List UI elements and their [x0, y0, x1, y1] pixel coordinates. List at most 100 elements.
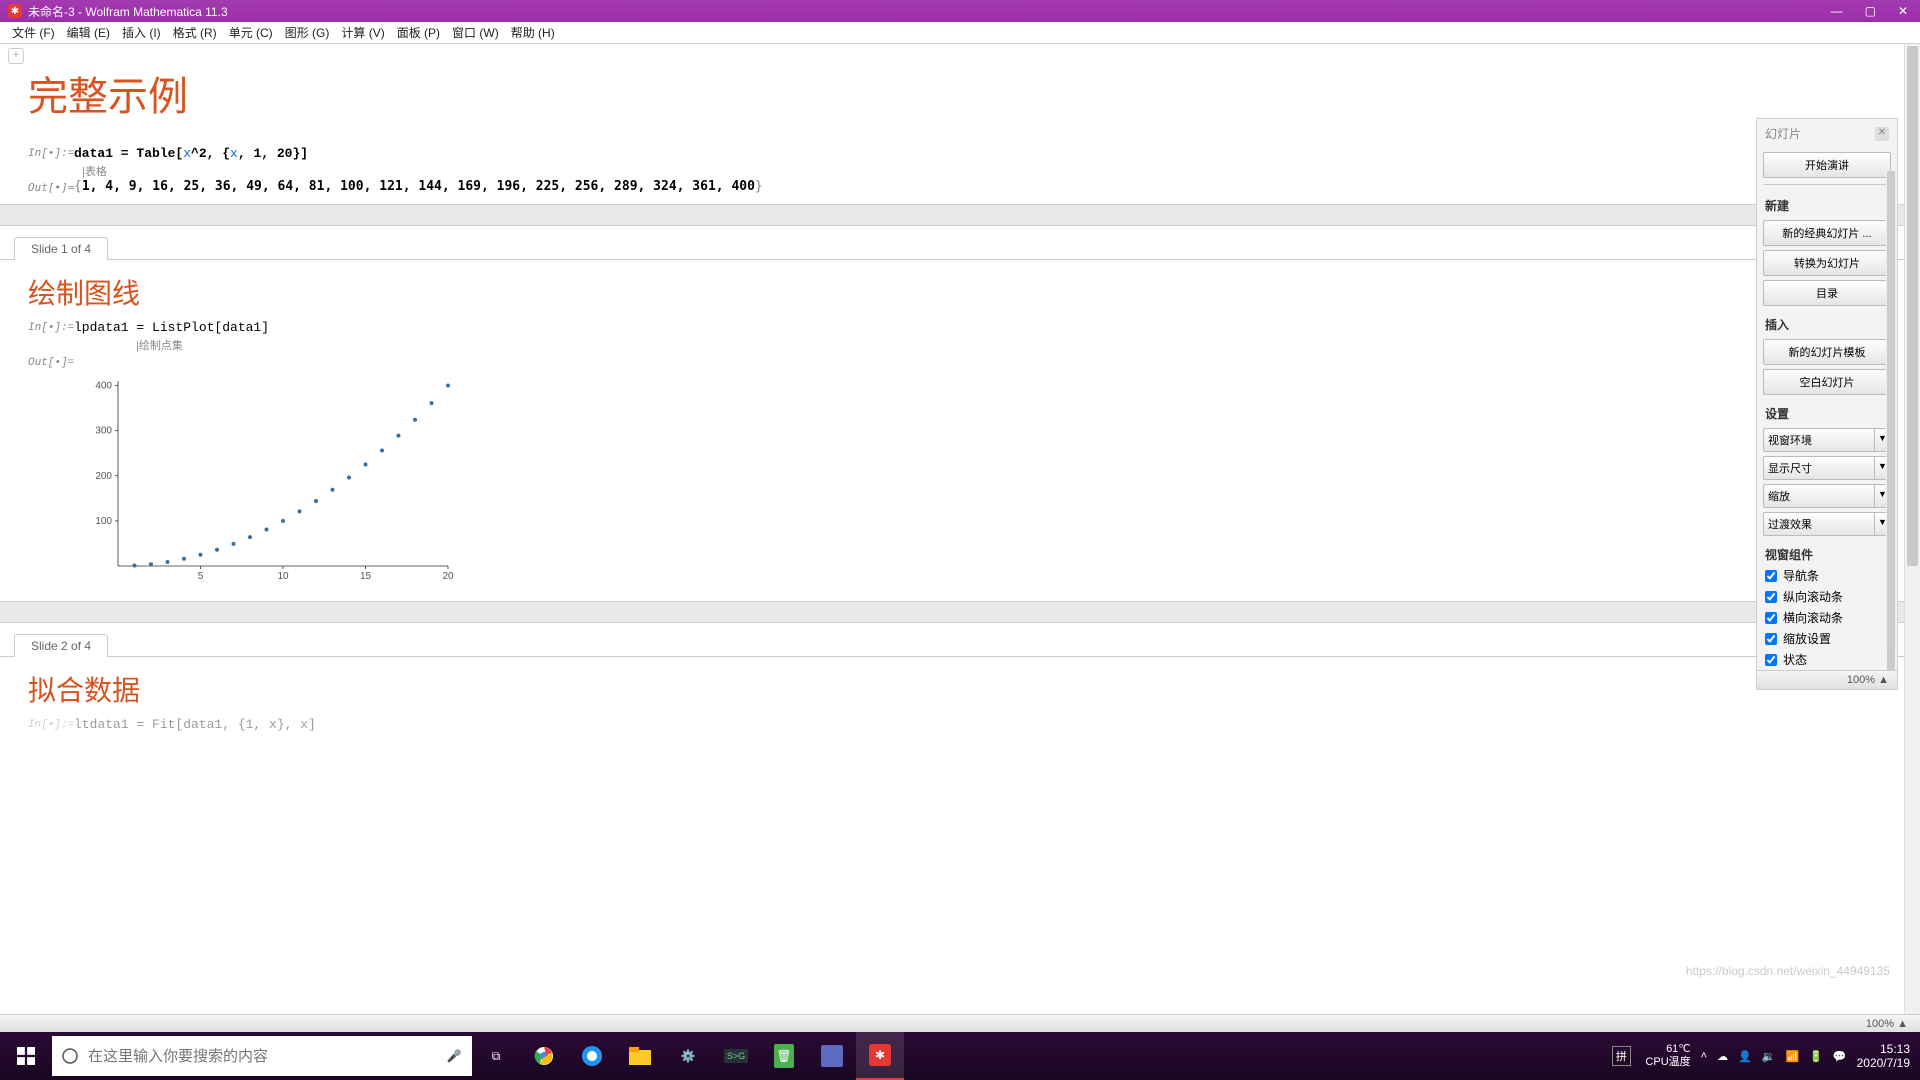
new-slide-template-button[interactable]: 新的幻灯片模板 [1763, 339, 1891, 365]
tray-onedrive-icon[interactable]: ☁ [1717, 1050, 1728, 1063]
start-presentation-button[interactable]: 开始演讲 [1763, 152, 1891, 178]
slide-tab-2[interactable]: Slide 2 of 4 [14, 634, 108, 657]
start-button[interactable] [0, 1032, 52, 1080]
slideshow-panel: 幻灯片 ✕ 开始演讲 新建 新的经典幻灯片 ... 转换为幻灯片 目录 插入 新… [1756, 118, 1898, 690]
windows-taskbar: 🎤 ⧉ ⚙️ S>G 🗑 ✱ 拼 61℃CPU温度 ˄ ☁ 👤 🔉 📶 🔋 💬 … [0, 1032, 1920, 1080]
taskbar-search[interactable]: 🎤 [52, 1036, 472, 1076]
display-size-dropdown[interactable]: 显示尺寸▼ [1763, 456, 1891, 480]
new-classic-slideshow-button[interactable]: 新的经典幻灯片 ... [1763, 220, 1891, 246]
screen-env-dropdown[interactable]: 视窗环境▼ [1763, 428, 1891, 452]
chrome-icon[interactable] [520, 1032, 568, 1080]
svg-text:200: 200 [95, 471, 112, 482]
title-plot: 绘制图线 [0, 260, 1920, 318]
svg-text:400: 400 [95, 381, 112, 392]
notebook-scrollbar[interactable] [1904, 44, 1920, 1014]
slide-divider-2 [0, 601, 1920, 623]
menu-panel[interactable]: 面板 (P) [391, 24, 446, 41]
close-button[interactable]: ✕ [1898, 4, 1908, 18]
content-area: + 完整示例 In[•]:= data1 = Table[x^2, {x, 1,… [0, 44, 1920, 1032]
app-icon: ✱ [8, 4, 22, 18]
panel-title: 幻灯片 [1765, 125, 1875, 142]
in-code-1[interactable]: data1 = Table[x^2, {x, 1, 20}] [74, 146, 308, 161]
out-label-1: Out[•]= [28, 179, 74, 194]
zoom-level[interactable]: 100% [1866, 1018, 1894, 1030]
recycle-app-icon[interactable]: 🗑 [760, 1032, 808, 1080]
svg-text:5: 5 [198, 571, 204, 582]
tray-user-icon[interactable]: 👤 [1738, 1050, 1752, 1063]
title-full-example: 完整示例 [28, 64, 1892, 122]
windows-icon [17, 1047, 35, 1065]
notebook[interactable]: + 完整示例 In[•]:= data1 = Table[x^2, {x, 1,… [0, 44, 1920, 1032]
menu-edit[interactable]: 编辑 (E) [61, 24, 116, 41]
tray-notification-icon[interactable]: 💬 [1833, 1050, 1847, 1063]
cortana-icon[interactable] [52, 1047, 88, 1065]
panel-close-icon[interactable]: ✕ [1875, 127, 1889, 141]
checkbox-hscroll[interactable] [1765, 612, 1777, 624]
qq-browser-icon[interactable] [568, 1032, 616, 1080]
menu-cell[interactable]: 单元 (C) [223, 24, 279, 41]
svg-text:100: 100 [95, 516, 112, 527]
hint-table: |表格 [0, 163, 1920, 179]
tray-volume-icon[interactable]: 🔉 [1762, 1050, 1776, 1063]
out-label-2: Out[•]= [28, 355, 74, 369]
section-full-example: 完整示例 [0, 44, 1920, 144]
task-view-icon[interactable]: ⧉ [472, 1032, 520, 1080]
panel-section-insert: 插入 [1757, 310, 1897, 335]
in-code-3[interactable]: ltdata1 = Fit[data1, {1, x}, x] [74, 717, 316, 732]
panel-section-settings: 设置 [1757, 399, 1897, 424]
panel-section-components: 视窗组件 [1757, 540, 1897, 565]
menu-bar: 文件 (F) 编辑 (E) 插入 (I) 格式 (R) 单元 (C) 图形 (G… [0, 22, 1920, 44]
toc-button[interactable]: 目录 [1763, 280, 1891, 306]
panel-section-new: 新建 [1757, 191, 1897, 216]
output-row-1: Out[•]= {1, 4, 9, 16, 25, 36, 49, 64, 81… [0, 179, 1920, 194]
title-fit: 拟合数据 [0, 657, 1920, 715]
menu-window[interactable]: 窗口 (W) [446, 24, 505, 41]
svg-text:20: 20 [442, 571, 454, 582]
maximize-button[interactable]: ▢ [1865, 4, 1876, 18]
checkbox-vscroll[interactable] [1765, 591, 1777, 603]
svg-app-icon[interactable]: S>G [712, 1032, 760, 1080]
search-input[interactable] [88, 1048, 436, 1065]
checkbox-zoomset[interactable] [1765, 633, 1777, 645]
minimize-button[interactable]: — [1831, 4, 1843, 18]
mic-icon[interactable]: 🎤 [436, 1049, 472, 1063]
menu-insert[interactable]: 插入 (I) [116, 24, 167, 41]
menu-format[interactable]: 格式 (R) [167, 24, 223, 41]
window-title: 未命名-3 - Wolfram Mathematica 11.3 [28, 3, 1831, 20]
ime-indicator[interactable]: 拼 [1607, 1032, 1635, 1080]
convert-to-slideshow-button[interactable]: 转换为幻灯片 [1763, 250, 1891, 276]
taskbar-clock[interactable]: 15:132020/7/19 [1857, 1042, 1910, 1071]
panel-scrollbar[interactable] [1886, 170, 1896, 650]
settings-icon[interactable]: ⚙️ [664, 1032, 712, 1080]
menu-file[interactable]: 文件 (F) [6, 24, 61, 41]
menu-evaluate[interactable]: 计算 (V) [335, 24, 390, 41]
editor-app-icon[interactable] [808, 1032, 856, 1080]
transition-dropdown[interactable]: 过渡效果▼ [1763, 512, 1891, 536]
zoom-dropdown[interactable]: 缩放▼ [1763, 484, 1891, 508]
tray-battery-icon[interactable]: 🔋 [1809, 1050, 1823, 1063]
hint-listplot: |绘制点集 [0, 337, 1920, 353]
svg-text:15: 15 [360, 571, 372, 582]
status-bar: 100% ▲ [0, 1014, 1920, 1032]
checkbox-navbar[interactable] [1765, 570, 1777, 582]
menu-help[interactable]: 帮助 (H) [505, 24, 561, 41]
input-row-3-partial[interactable]: In[•]:= ltdata1 = Fit[data1, {1, x}, x] [0, 715, 1920, 734]
list-plot-output: 1002003004005101520 [78, 371, 458, 591]
tray-chevron-up-icon[interactable]: ˄ [1701, 1050, 1707, 1062]
checkbox-status[interactable] [1765, 654, 1777, 666]
add-cell-button[interactable]: + [8, 48, 24, 64]
watermark-text: https://blog.csdn.net/weixin_44949135 [1686, 964, 1890, 978]
file-explorer-icon[interactable] [616, 1032, 664, 1080]
input-row-1[interactable]: In[•]:= data1 = Table[x^2, {x, 1, 20}] [0, 144, 1920, 163]
menu-graphics[interactable]: 图形 (G) [279, 24, 336, 41]
in-code-2[interactable]: lpdata1 = ListPlot[data1] [74, 320, 269, 335]
in-label-3: In[•]:= [28, 717, 74, 731]
output-row-2: Out[•]= [0, 353, 1920, 371]
cpu-temp-widget[interactable]: 61℃CPU温度 [1645, 1043, 1690, 1069]
mathematica-taskbar-icon[interactable]: ✱ [856, 1032, 904, 1080]
tray-wifi-icon[interactable]: 📶 [1786, 1050, 1800, 1063]
input-row-2[interactable]: In[•]:= lpdata1 = ListPlot[data1] [0, 318, 1920, 337]
slide-tab-1[interactable]: Slide 1 of 4 [14, 237, 108, 260]
system-tray: 拼 61℃CPU温度 ˄ ☁ 👤 🔉 📶 🔋 💬 15:132020/7/19 [1607, 1032, 1920, 1080]
blank-slide-button[interactable]: 空白幻灯片 [1763, 369, 1891, 395]
